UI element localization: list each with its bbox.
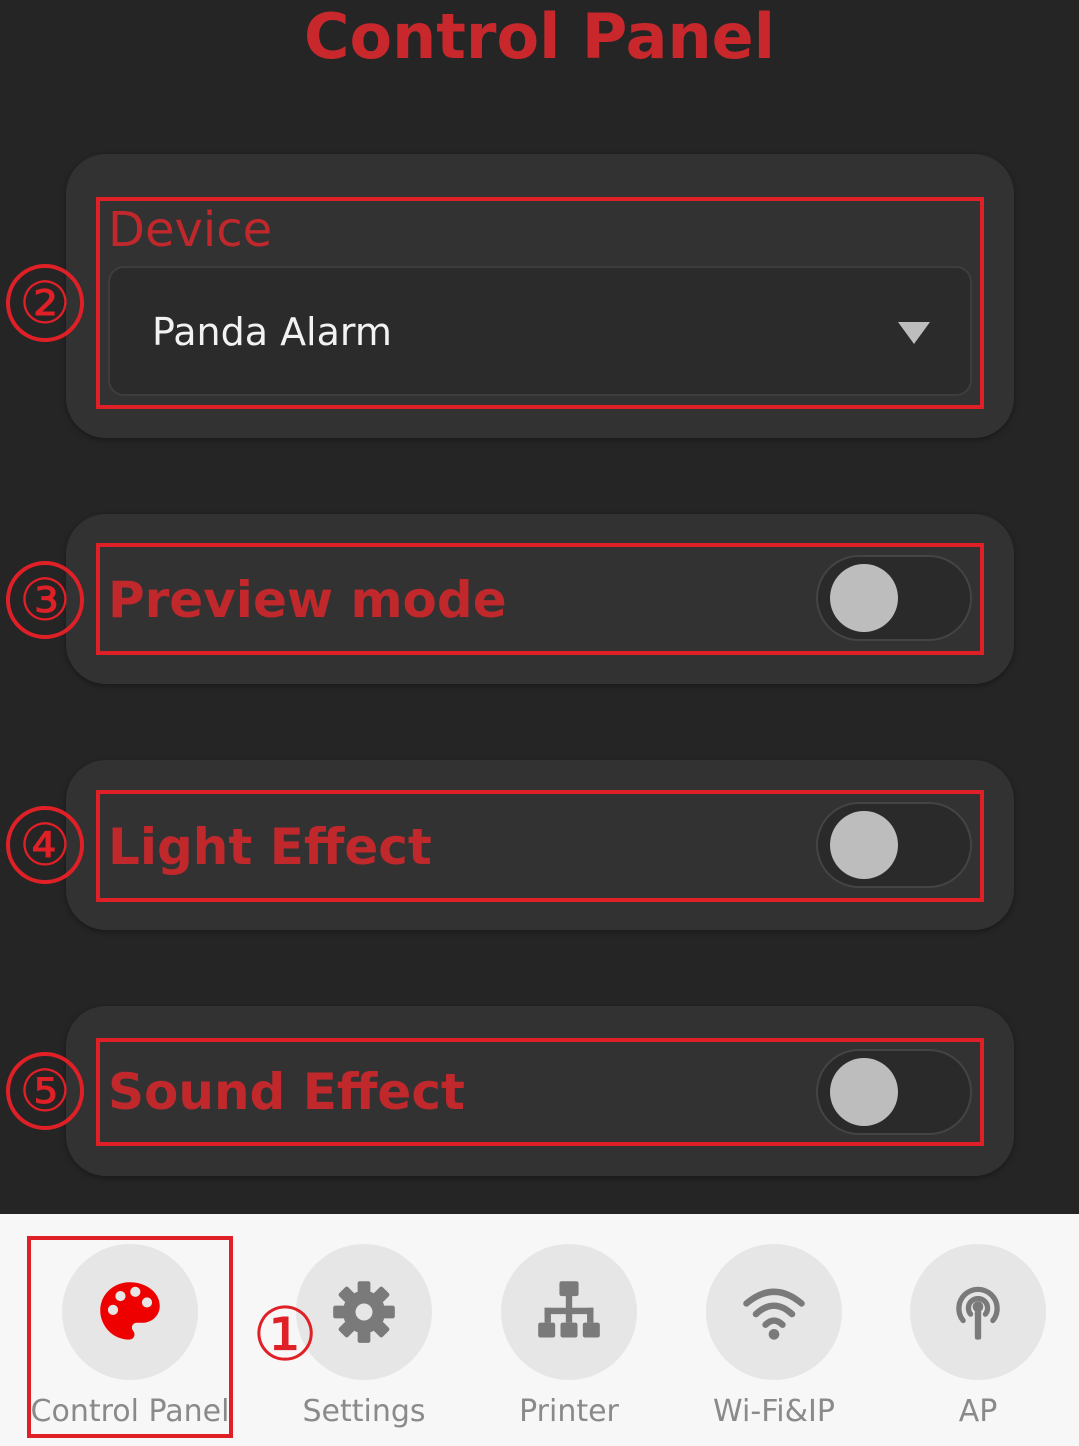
preview-mode-toggle[interactable] (816, 555, 972, 641)
sound-effect-label: Sound Effect (108, 1063, 465, 1121)
toggle-knob (830, 564, 898, 632)
bottom-nav: Control Panel Settings Printer Wi-Fi&IP … (0, 1214, 1079, 1446)
toggle-knob (830, 1058, 898, 1126)
light-effect-toggle[interactable] (816, 802, 972, 888)
network-icon (538, 1281, 600, 1338)
nav-printer-label[interactable]: Printer (459, 1390, 679, 1434)
nav-printer-button[interactable] (501, 1244, 637, 1380)
annotation-marker-4: ④ (6, 806, 84, 884)
annotation-marker-1: ① (251, 1292, 319, 1378)
sound-effect-toggle[interactable] (816, 1049, 972, 1135)
nav-ap-label[interactable]: AP (868, 1390, 1079, 1434)
gear-icon (333, 1281, 395, 1343)
nav-wifi-label[interactable]: Wi-Fi&IP (664, 1390, 884, 1434)
nav-ap-button[interactable] (910, 1244, 1046, 1380)
toggle-knob (830, 811, 898, 879)
device-dropdown[interactable]: Panda Alarm (108, 266, 972, 396)
light-effect-label: Light Effect (108, 818, 432, 876)
preview-mode-label: Preview mode (108, 571, 507, 629)
annotation-marker-3: ③ (6, 561, 84, 639)
device-dropdown-value: Panda Alarm (152, 310, 392, 354)
nav-wifi-button[interactable] (706, 1244, 842, 1380)
nav-settings-label[interactable]: Settings (254, 1390, 474, 1434)
wifi-icon (743, 1288, 805, 1340)
broadcast-icon (956, 1286, 1000, 1340)
annotation-box-1 (27, 1236, 233, 1438)
dropdown-arrow-icon (898, 322, 930, 344)
annotation-marker-2: ② (6, 264, 84, 342)
page-title: Control Panel (304, 0, 775, 73)
device-label: Device (108, 202, 273, 258)
annotation-marker-5: ⑤ (6, 1052, 84, 1130)
